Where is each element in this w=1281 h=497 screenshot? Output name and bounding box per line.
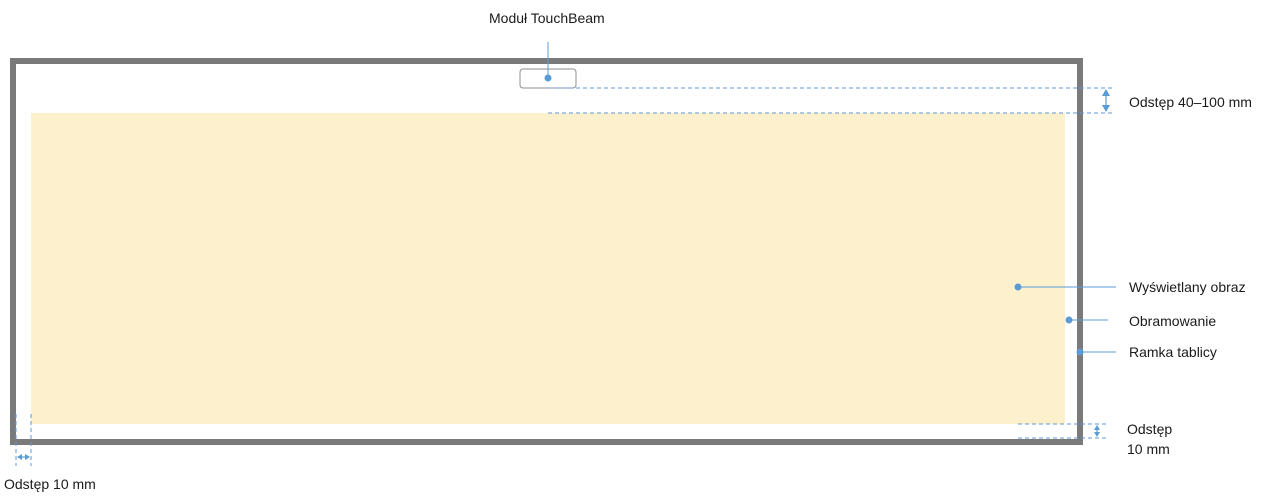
gap-bottom-right-label-line1: Odstęp <box>1127 421 1173 437</box>
projected-image-area <box>31 113 1065 424</box>
whiteboard-installation-diagram <box>10 42 1116 466</box>
touchbeam-module-label: Moduł TouchBeam <box>489 10 605 26</box>
gap-bottom-right-label-line2: 10 mm <box>1127 441 1170 457</box>
projected-image-label: Wyświetlany obraz <box>1129 279 1246 295</box>
gap-bottom-right-label: Odstęp 10 mm <box>1127 419 1172 459</box>
board-frame-label: Ramka tablicy <box>1129 344 1217 360</box>
gap-bottom-left-label: Odstęp 10 mm <box>4 476 96 492</box>
gap-top-label: Odstęp 40–100 mm <box>1129 94 1252 110</box>
border-label: Obramowanie <box>1129 313 1217 329</box>
board-frame-callout <box>1076 348 1116 356</box>
